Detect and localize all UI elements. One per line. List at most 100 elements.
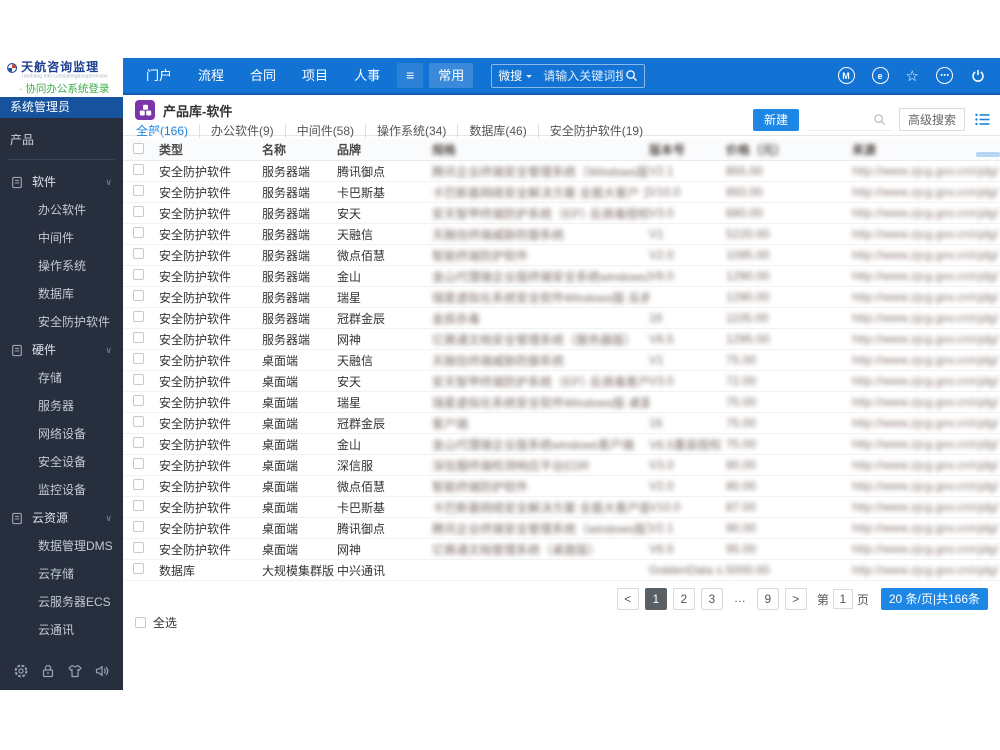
- more-icon[interactable]: ⋯: [936, 67, 953, 84]
- row-checkbox[interactable]: [133, 395, 144, 406]
- sidebar-item-1-4[interactable]: 数据库: [0, 280, 123, 308]
- row-checkbox[interactable]: [133, 290, 144, 301]
- power-icon[interactable]: [970, 68, 986, 84]
- global-search-input[interactable]: [541, 67, 626, 84]
- column-header-2[interactable]: 名称: [262, 141, 337, 158]
- cell-version: 16: [649, 416, 663, 430]
- favorites-star-icon[interactable]: ☆: [906, 67, 919, 85]
- sidebar-group-label: 软件: [32, 175, 57, 189]
- row-checkbox[interactable]: [133, 248, 144, 259]
- login-link[interactable]: · 协同办公系统登录: [19, 81, 123, 96]
- cell-brand: 腾讯御点: [337, 521, 386, 536]
- column-header-5[interactable]: 版本号: [649, 141, 726, 158]
- sidebar-item-1-2[interactable]: 中间件: [0, 224, 123, 252]
- next-page-button[interactable]: >: [784, 588, 807, 610]
- sidebar-group-3[interactable]: 云资源 ∨: [0, 504, 123, 532]
- new-button[interactable]: 新建: [752, 108, 799, 131]
- row-checkbox-cell: [133, 437, 159, 451]
- search-icon[interactable]: [873, 113, 886, 126]
- cell-price: 80.00: [726, 479, 757, 493]
- search-scope-dropdown[interactable]: 微搜: [498, 67, 522, 84]
- row-checkbox[interactable]: [133, 332, 144, 343]
- sidebar-item-2-1[interactable]: 存储: [0, 364, 123, 392]
- nav-item-1[interactable]: 门户: [133, 63, 185, 88]
- advanced-search-button[interactable]: 高级搜索: [898, 108, 965, 131]
- page-size-badge[interactable]: 20 条/页|共166条: [880, 588, 988, 610]
- row-checkbox[interactable]: [133, 542, 144, 553]
- sidebar-item-3-1[interactable]: 数据管理DMS: [0, 532, 123, 560]
- service-icon[interactable]: e: [871, 67, 889, 84]
- nav-item-2[interactable]: 流程: [185, 63, 237, 88]
- sidebar-group-2[interactable]: 硬件 ∨: [0, 336, 123, 364]
- header-select-all-checkbox[interactable]: [133, 142, 144, 154]
- cell-price: 5220.00: [726, 227, 770, 241]
- column-header-3[interactable]: 品牌: [337, 141, 432, 158]
- sidebar-item-1-5[interactable]: 安全防护软件: [0, 308, 123, 336]
- sidebar-section-product[interactable]: 产品: [0, 118, 123, 159]
- row-checkbox[interactable]: [133, 374, 144, 385]
- select-all-checkbox[interactable]: [135, 617, 146, 628]
- row-checkbox[interactable]: [133, 185, 144, 196]
- column-header-6[interactable]: 价格（元）: [726, 141, 852, 158]
- row-checkbox[interactable]: [133, 311, 144, 322]
- tab-4[interactable]: 操作系统(34): [365, 124, 457, 138]
- tab-6[interactable]: 安全防护软件(19): [537, 124, 654, 138]
- row-checkbox[interactable]: [133, 479, 144, 490]
- row-checkbox[interactable]: [133, 458, 144, 469]
- cell-name: 大规模集群版: [262, 563, 335, 578]
- row-checkbox[interactable]: [133, 521, 144, 532]
- tab-5[interactable]: 数据库(46): [457, 124, 537, 138]
- row-checkbox[interactable]: [133, 500, 144, 511]
- settings-gear-icon[interactable]: [13, 663, 29, 679]
- tab-changyong[interactable]: 常用: [429, 63, 474, 88]
- cell-type: 数据库: [159, 563, 196, 578]
- row-checkbox[interactable]: [133, 563, 144, 574]
- nav-item-3[interactable]: 合同: [237, 63, 289, 88]
- main-content: 产品库-软件 全部(166) 办公软件(9) 中间件(58) 操作系统(34) 数据库(…: [123, 95, 1000, 750]
- row-checkbox[interactable]: [133, 353, 144, 364]
- sidebar-item-1-3[interactable]: 操作系统: [0, 252, 123, 280]
- tab-3[interactable]: 中间件(58): [284, 124, 365, 138]
- cell-version: V2.0: [649, 248, 674, 262]
- row-checkbox[interactable]: [133, 227, 144, 238]
- row-checkbox[interactable]: [133, 437, 144, 448]
- cell-price: 75.00: [726, 416, 757, 430]
- sidebar-item-2-3[interactable]: 网络设备: [0, 420, 123, 448]
- search-icon[interactable]: [625, 69, 638, 82]
- row-checkbox[interactable]: [133, 206, 144, 217]
- column-header-4[interactable]: 规格: [432, 141, 649, 158]
- theme-shirt-icon[interactable]: [67, 663, 83, 679]
- row-checkbox[interactable]: [133, 269, 144, 280]
- sidebar-item-2-5[interactable]: 监控设备: [0, 476, 123, 504]
- nav-item-5[interactable]: 人事: [341, 63, 393, 88]
- sound-icon[interactable]: [94, 663, 110, 679]
- sidebar-item-2-2[interactable]: 服务器: [0, 392, 123, 420]
- cell-price: 75.00: [726, 395, 757, 409]
- cell-brand: 网神: [337, 542, 362, 557]
- horizontal-scrollbar-thumb[interactable]: [976, 152, 1000, 157]
- row-checkbox[interactable]: [133, 164, 144, 175]
- filter-search-input[interactable]: [806, 109, 873, 129]
- tab-1[interactable]: 全部(166): [135, 124, 199, 138]
- cell-price: 5000.00: [726, 563, 770, 577]
- nav-menu-button[interactable]: ≡: [397, 63, 424, 88]
- prev-page-button[interactable]: <: [616, 588, 639, 610]
- page-button-2[interactable]: 2: [672, 588, 695, 610]
- nav-item-4[interactable]: 项目: [289, 63, 341, 88]
- sidebar-group-1[interactable]: 软件 ∨: [0, 168, 123, 196]
- sidebar-item-1-1[interactable]: 办公软件: [0, 196, 123, 224]
- sidebar-item-3-3[interactable]: 云服务器ECS: [0, 588, 123, 616]
- sidebar-item-2-4[interactable]: 安全设备: [0, 448, 123, 476]
- sidebar-item-3-2[interactable]: 云存储: [0, 560, 123, 588]
- tab-2[interactable]: 办公软件(9): [199, 124, 285, 138]
- list-view-icon[interactable]: [975, 113, 990, 126]
- page-button-3[interactable]: 3: [700, 588, 723, 610]
- im-icon[interactable]: M: [837, 67, 855, 84]
- sidebar-item-3-4[interactable]: 云通讯: [0, 616, 123, 644]
- lock-icon[interactable]: [40, 663, 56, 679]
- page-button-9[interactable]: 9: [756, 588, 779, 610]
- page-jump-input[interactable]: 1: [832, 589, 853, 609]
- page-button-1[interactable]: 1: [644, 588, 667, 610]
- row-checkbox[interactable]: [133, 416, 144, 427]
- column-header-1[interactable]: 类型: [159, 141, 262, 158]
